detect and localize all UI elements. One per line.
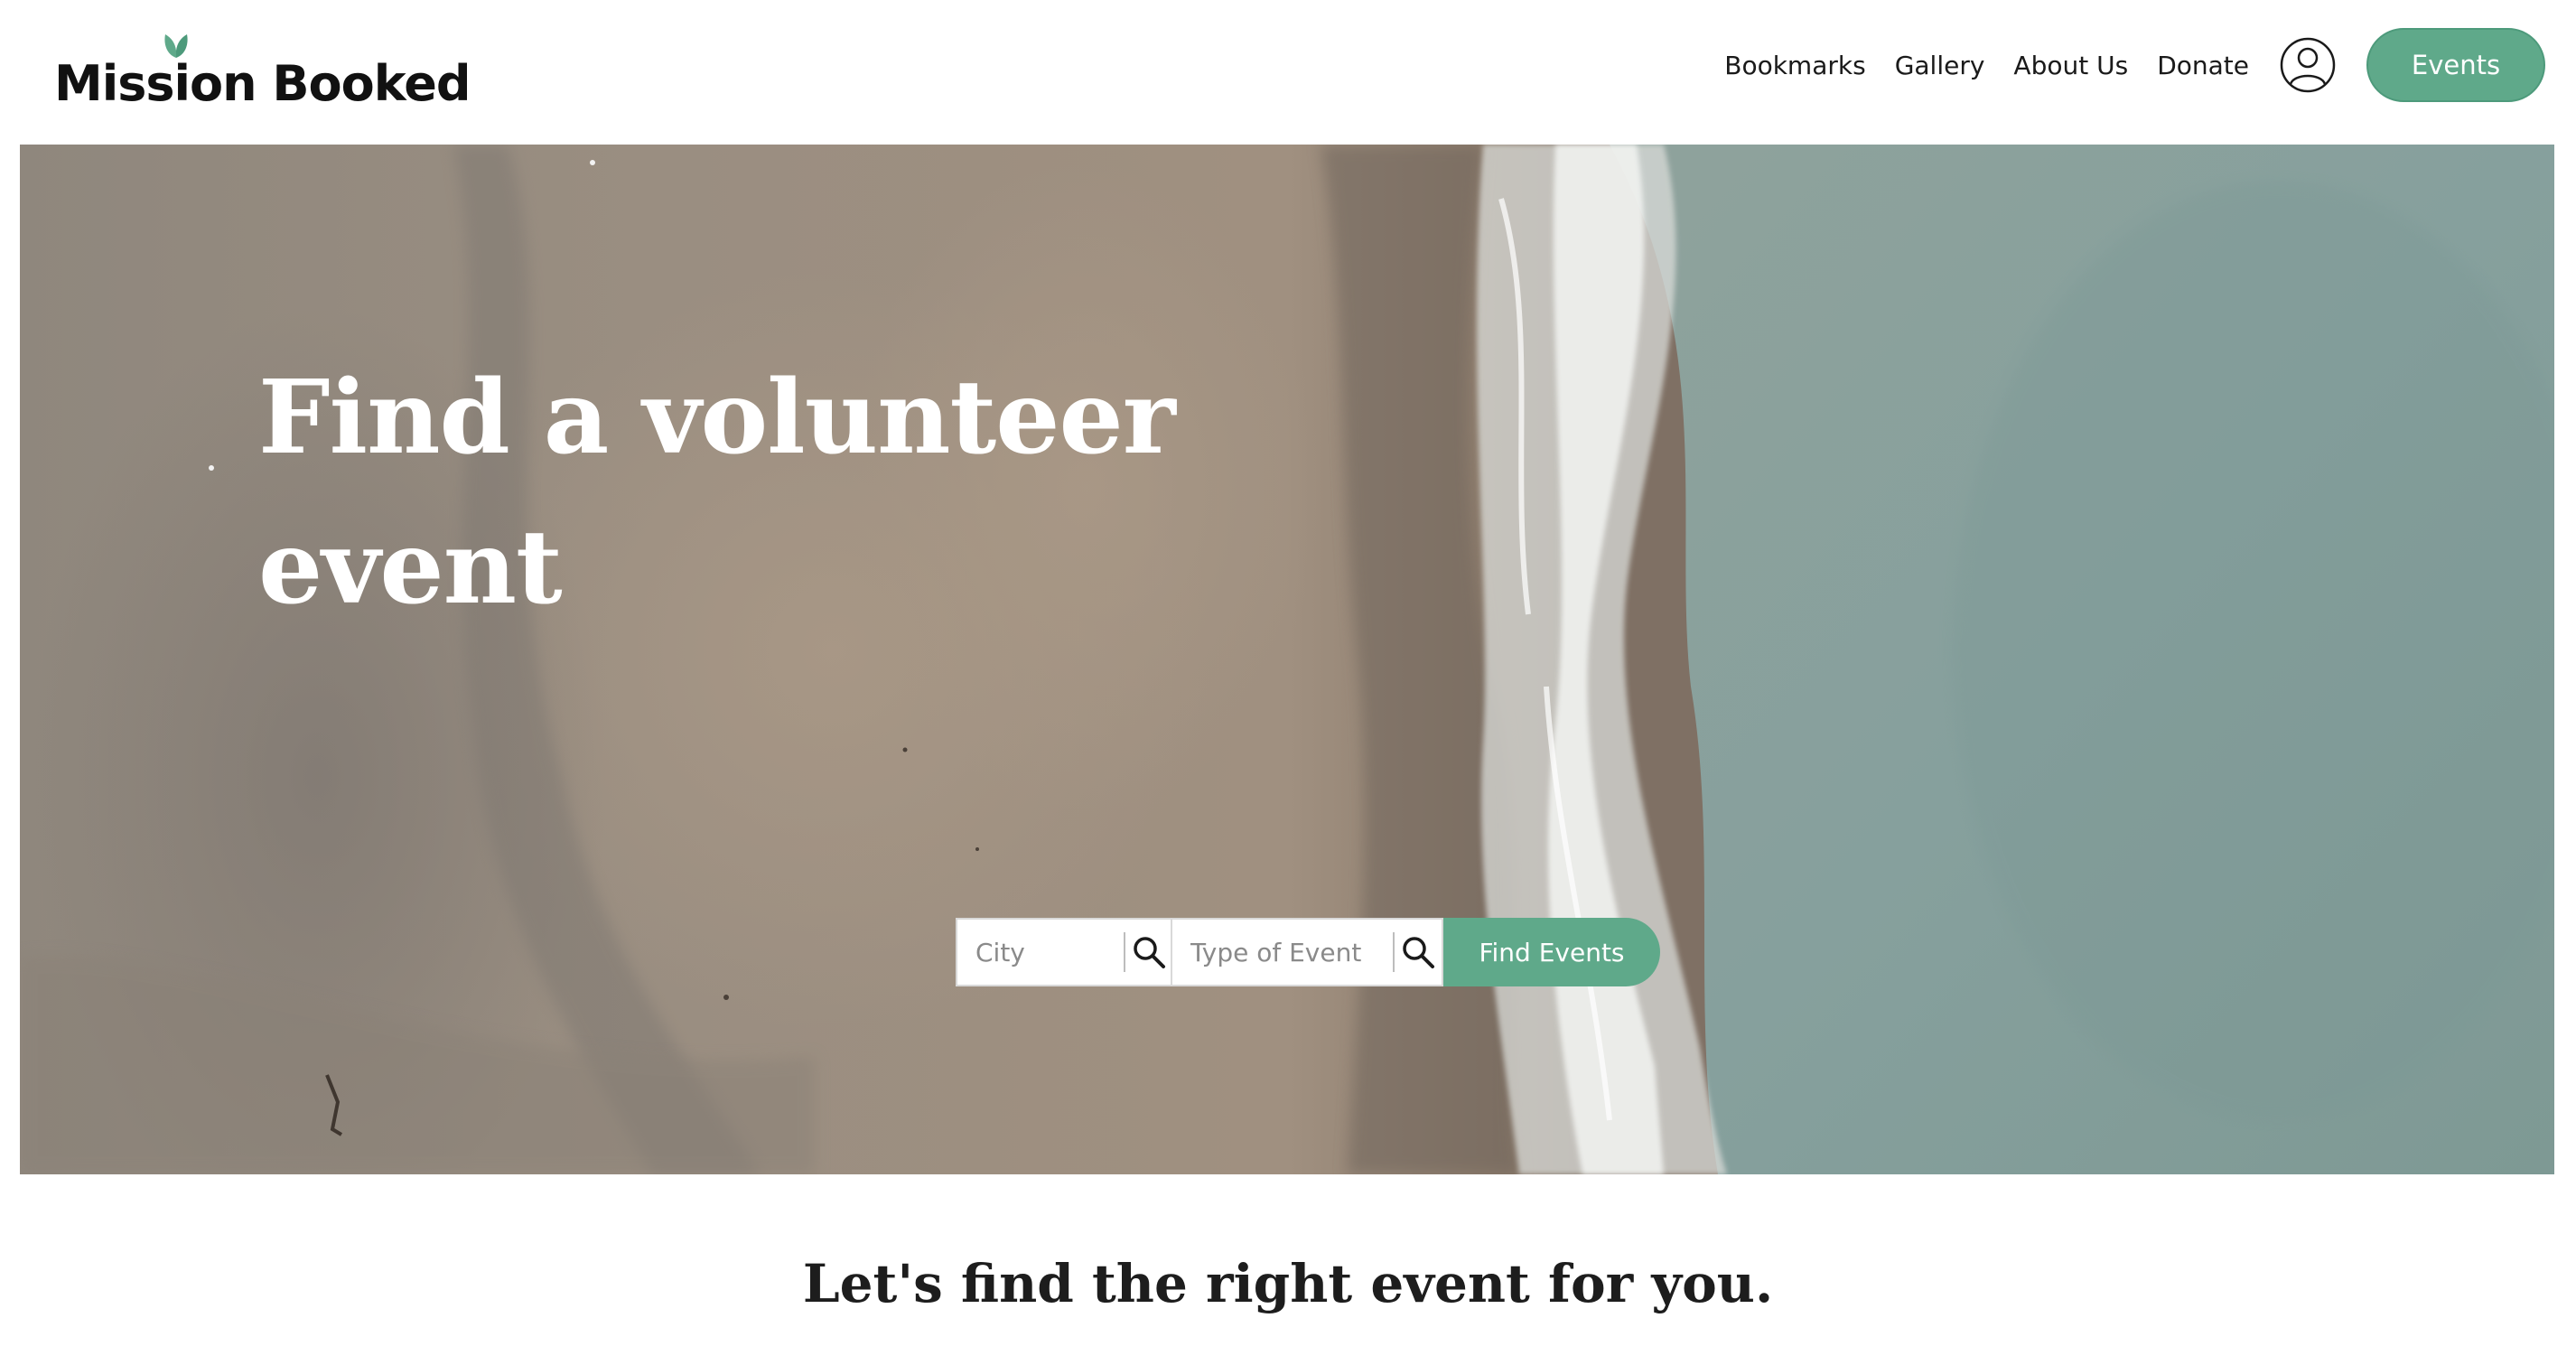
- city-input[interactable]: [957, 920, 1120, 985]
- city-search-field: [956, 918, 1172, 986]
- find-events-button[interactable]: Find Events: [1443, 918, 1660, 986]
- user-circle-icon[interactable]: [2280, 37, 2336, 93]
- hero-title: Find a volunteer event: [258, 359, 1176, 627]
- field-divider: [1124, 932, 1125, 972]
- hero-section: Find a volunteer event Find Events: [20, 145, 2554, 1174]
- nav-about-us-link[interactable]: About Us: [2013, 51, 2128, 80]
- site-header: Mission Booked Bookmarks Gallery About U…: [0, 0, 2576, 145]
- nav-donate-link[interactable]: Donate: [2157, 51, 2249, 80]
- leaf-icon: [164, 34, 188, 58]
- event-search-bar: Find Events: [956, 918, 1660, 986]
- field-divider: [1393, 932, 1395, 972]
- main-nav: Bookmarks Gallery About Us Donate Events: [1724, 27, 2545, 103]
- brand-name: Mission Booked: [54, 55, 471, 112]
- city-search-icon[interactable]: [1131, 934, 1167, 970]
- nav-gallery-link[interactable]: Gallery: [1895, 51, 1985, 80]
- beach-aerial-image: [20, 145, 2554, 1174]
- nav-bookmarks-link[interactable]: Bookmarks: [1724, 51, 1865, 80]
- event-type-search-icon[interactable]: [1400, 934, 1436, 970]
- events-button[interactable]: Events: [2366, 28, 2545, 102]
- page: Mission Booked Bookmarks Gallery About U…: [0, 0, 2576, 1346]
- section-heading: Let's find the right event for you.: [802, 1253, 1774, 1314]
- event-type-search-field: [1172, 918, 1443, 986]
- event-type-input[interactable]: [1172, 920, 1389, 985]
- logo[interactable]: Mission Booked: [54, 34, 471, 112]
